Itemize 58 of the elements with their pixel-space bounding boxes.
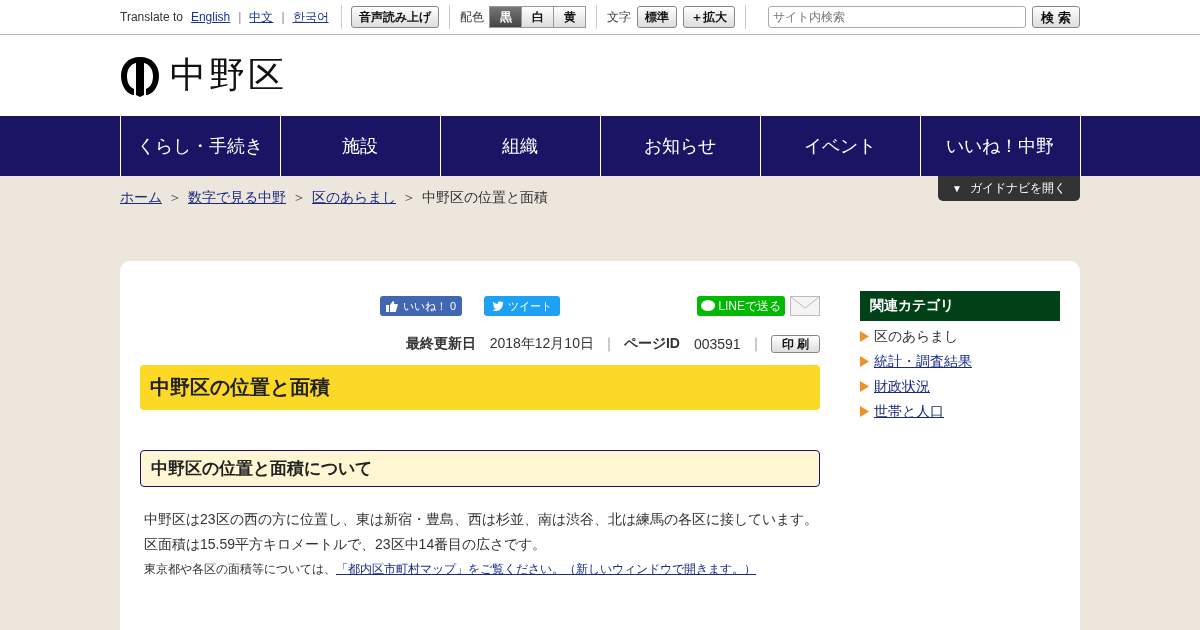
breadcrumb-link[interactable]: 数字で見る中野	[188, 189, 286, 207]
breadcrumb-separator: ＞	[168, 189, 182, 207]
search-button[interactable]: 検 索	[1031, 6, 1080, 28]
body-paragraph: 区面積は15.59平方キロメートルで、23区中14番目の広さです。	[143, 535, 548, 554]
language-separator: |	[238, 10, 242, 24]
triangle-bullet-icon	[860, 406, 869, 417]
nav-item[interactable]: 施設	[280, 116, 441, 176]
breadcrumb-link[interactable]: 区のあらまし	[312, 189, 396, 207]
color-label: 配色	[460, 8, 485, 26]
sidebar-heading: 関連カテゴリ	[860, 291, 1060, 321]
updated-label: 最終更新日	[405, 335, 476, 353]
page-id: 003591	[693, 336, 741, 352]
text-size-button[interactable]: 標準	[637, 6, 678, 28]
section-heading: 中野区の位置と面積について	[140, 450, 820, 487]
language-link[interactable]: English	[190, 10, 231, 24]
color-scheme-button[interactable]: 白	[521, 6, 555, 28]
logo-icon	[120, 54, 160, 97]
language-separator: |	[281, 10, 285, 24]
language-link[interactable]: 한국어	[292, 8, 329, 26]
nav-item[interactable]: くらし・手続き	[120, 116, 281, 176]
color-scheme-button[interactable]: 黒	[489, 6, 523, 28]
map-link[interactable]: 「都内区市町村マップ」をご覧ください。（新しいウィンドウで開きます。）	[336, 562, 756, 576]
read-aloud-button[interactable]: 音声読み上げ	[351, 6, 440, 28]
translate-label: Translate to	[120, 10, 183, 24]
page-id-label: ページID	[623, 335, 680, 353]
like-button[interactable]: いいね！ 0	[380, 296, 463, 316]
mail-icon[interactable]	[790, 296, 820, 316]
triangle-bullet-icon	[860, 356, 869, 367]
body-paragraph: 中野区は23区の西の方に位置し、東は新宿・豊島、西は杉並、南は渋谷、北は練馬の各区に接しています。	[143, 510, 819, 529]
search-field[interactable]: サイト内検索	[768, 6, 1026, 28]
text-size-label: 文字	[607, 8, 632, 26]
page-title: 中野区の位置と面積	[140, 365, 820, 410]
body-paragraph: 東京都や各区の面積等については、「都内区市町村マップ」をご覧ください。（新しいウィンドウで開きます。）	[143, 561, 757, 578]
nav-item[interactable]: お知らせ	[600, 116, 761, 176]
text-size-button[interactable]: ＋拡大	[683, 6, 736, 28]
breadcrumb-current: 中野区の位置と面積	[422, 189, 548, 207]
triangle-bullet-icon	[860, 381, 869, 392]
meta-separator: ｜	[748, 335, 763, 353]
triangle-bullet-icon	[860, 331, 869, 342]
category-item[interactable]: 世帯と人口	[874, 402, 944, 421]
guide-navi-button[interactable]: ▼ ガイドナビを開く	[938, 176, 1080, 201]
language-link[interactable]: 中文	[249, 8, 274, 26]
bird-icon	[492, 301, 505, 311]
color-scheme-button[interactable]: 黄	[553, 6, 587, 28]
nav-item[interactable]: 組織	[440, 116, 601, 176]
breadcrumb-link[interactable]: ホーム	[120, 189, 162, 207]
category-item: 区のあらまし	[874, 327, 958, 346]
meta-separator: ｜	[601, 335, 616, 353]
breadcrumb-separator: ＞	[402, 189, 416, 207]
updated-date: 2018年12月10日	[489, 335, 594, 353]
nav-item[interactable]: イベント	[760, 116, 921, 176]
speech-bubble-icon	[701, 300, 716, 312]
category-item[interactable]: 統計・調査結果	[874, 352, 972, 371]
category-item[interactable]: 財政状況	[874, 377, 930, 396]
thumbs-up-icon	[386, 300, 398, 312]
site-logo-text: 中野区	[170, 53, 287, 97]
print-button[interactable]: 印 刷	[770, 335, 820, 353]
breadcrumb-separator: ＞	[292, 189, 306, 207]
